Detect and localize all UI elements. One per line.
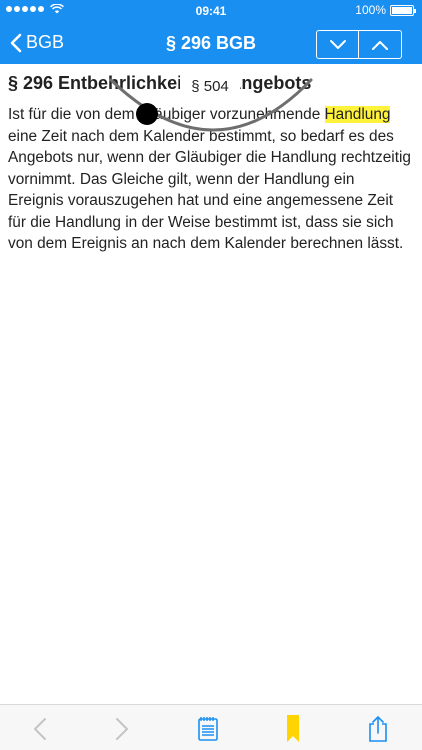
history-back-button[interactable] bbox=[26, 715, 54, 743]
next-paragraph-button[interactable] bbox=[316, 30, 359, 59]
paragraph-title: § 296 Entbehrlichkeit des Angebots bbox=[8, 73, 312, 93]
notes-button[interactable] bbox=[194, 715, 222, 743]
bookmark-icon bbox=[287, 715, 299, 742]
body-text-before: Ist für die von dem Gläubiger vorzunehme… bbox=[8, 106, 325, 123]
battery-percentage: 100% bbox=[355, 3, 386, 17]
body-text-after: eine Zeit nach dem Kalender bestimmt, so… bbox=[8, 127, 411, 253]
navigation-bar: 09:41 100% BGB § 296 BGB bbox=[0, 0, 422, 64]
paragraph-body: Ist für die von dem Gläubiger vorzunehme… bbox=[8, 104, 414, 255]
bookmark-button[interactable] bbox=[279, 715, 307, 743]
article-content: § 296 Entbehrlichkeit des Angebots Ist f… bbox=[8, 70, 414, 255]
previous-paragraph-button[interactable] bbox=[359, 30, 402, 59]
highlighted-term[interactable]: Handlung bbox=[324, 106, 391, 123]
chevron-left-icon bbox=[34, 718, 46, 740]
status-bar: 09:41 100% bbox=[0, 0, 422, 20]
battery-status: 100% bbox=[355, 3, 416, 17]
chevron-down-icon bbox=[329, 39, 346, 49]
share-icon bbox=[369, 716, 387, 742]
history-forward-button[interactable] bbox=[108, 715, 136, 743]
paragraph-navigation bbox=[316, 30, 402, 59]
bottom-toolbar bbox=[0, 704, 422, 750]
notes-icon bbox=[198, 717, 218, 741]
share-button[interactable] bbox=[364, 715, 392, 743]
battery-icon bbox=[390, 4, 416, 16]
chevron-right-icon bbox=[116, 718, 128, 740]
chevron-up-icon bbox=[372, 40, 388, 50]
